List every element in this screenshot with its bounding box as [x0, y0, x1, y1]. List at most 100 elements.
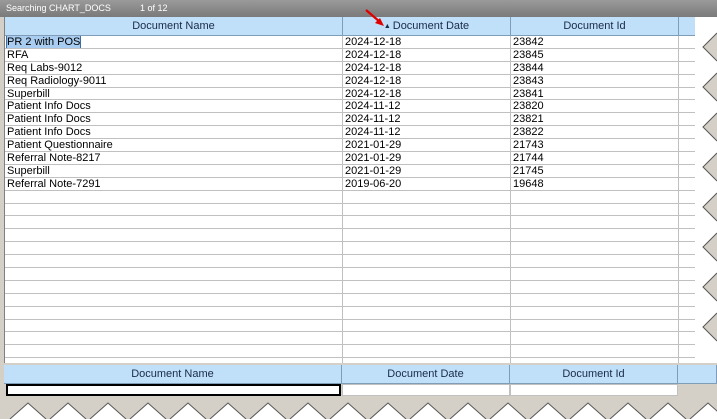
- table-row[interactable]: Req Labs-9012 2024-12-18 23844: [5, 61, 717, 75]
- empty-row[interactable]: [5, 190, 717, 204]
- filter-input-document-name[interactable]: [6, 384, 341, 396]
- cell-id: 21743: [511, 139, 679, 152]
- filter-input-document-id[interactable]: [510, 384, 678, 396]
- column-header-document-name[interactable]: Document Name: [5, 17, 343, 36]
- cell-date: [343, 319, 511, 332]
- cell-name: [5, 203, 343, 216]
- empty-row[interactable]: [5, 358, 717, 363]
- table-row[interactable]: Referral Note-7291 2019-06-20 19648: [5, 177, 717, 191]
- cell-name: Superbill: [5, 164, 343, 177]
- table-row[interactable]: RFA 2024-12-18 23845: [5, 48, 717, 62]
- table-row[interactable]: Referral Note-8217 2021-01-29 21744: [5, 152, 717, 165]
- filter-header-extra: [678, 365, 717, 384]
- table-row[interactable]: PR 2 with POS 2024-12-18 23842: [5, 36, 717, 49]
- torn-edge-right: [695, 17, 717, 363]
- annotation-arrow-icon: [365, 9, 384, 26]
- cell-id: 23842: [511, 36, 679, 48]
- cell-id: [511, 306, 679, 319]
- empty-row[interactable]: [5, 306, 717, 320]
- cell-name: [5, 190, 343, 203]
- cell-name: Req Labs-9012: [5, 61, 343, 74]
- empty-row[interactable]: [5, 293, 717, 307]
- cell-id: 23845: [511, 48, 679, 61]
- cell-date: [343, 268, 511, 280]
- cell-date: [343, 280, 511, 293]
- cell-date: [343, 242, 511, 255]
- search-label: Searching CHART_DOCS: [6, 3, 111, 13]
- cell-id: 21744: [511, 152, 679, 164]
- cell-name: [5, 229, 343, 242]
- filter-header-document-id: Document Id: [510, 365, 678, 384]
- table-row[interactable]: Patient Info Docs 2024-11-12 23820: [5, 100, 717, 114]
- cell-name: Patient Info Docs: [5, 113, 343, 126]
- cell-date: [343, 345, 511, 358]
- empty-row[interactable]: [5, 280, 717, 294]
- table-row[interactable]: Patient Info Docs 2024-11-12 23821: [5, 113, 717, 127]
- cell-name: PR 2 with POS: [5, 36, 343, 48]
- cell-name: [5, 306, 343, 319]
- cell-date: [343, 216, 511, 229]
- cell-id: [511, 268, 679, 280]
- cell-date: [343, 203, 511, 216]
- empty-row[interactable]: [5, 255, 717, 269]
- cell-name: Referral Note-7291: [5, 177, 343, 190]
- cell-name: [5, 332, 343, 345]
- empty-row[interactable]: [5, 203, 717, 217]
- empty-row[interactable]: [5, 242, 717, 256]
- result-count: 1 of 12: [140, 3, 168, 13]
- cell-date: [343, 255, 511, 268]
- cell-id: [511, 229, 679, 242]
- cell-id: [511, 332, 679, 345]
- cell-date: 2024-12-18: [343, 36, 511, 48]
- cell-id: 21745: [511, 164, 679, 177]
- cell-name: RFA: [5, 48, 343, 61]
- cell-id: [511, 203, 679, 216]
- empty-row[interactable]: [5, 268, 717, 281]
- cell-id: 23820: [511, 100, 679, 113]
- cell-id: [511, 255, 679, 268]
- cell-name: [5, 268, 343, 280]
- cell-date: 2024-11-12: [343, 113, 511, 126]
- cell-date: 2021-01-29: [343, 139, 511, 152]
- cell-name: [5, 255, 343, 268]
- cell-name: Superbill: [5, 87, 343, 100]
- table-row[interactable]: Superbill 2024-12-18 23841: [5, 87, 717, 101]
- table-row[interactable]: Superbill 2021-01-29 21745: [5, 164, 717, 178]
- cell-name: [5, 319, 343, 332]
- table-row[interactable]: Patient Questionnaire 2021-01-29 21743: [5, 139, 717, 153]
- cell-id: 23841: [511, 87, 679, 100]
- torn-edge-bottom: [0, 397, 717, 419]
- cell-name: [5, 293, 343, 306]
- empty-row[interactable]: [5, 332, 717, 346]
- cell-date: [343, 190, 511, 203]
- cell-date: 2024-11-12: [343, 126, 511, 139]
- table-body: PR 2 with POS 2024-12-18 23842 RFA 2024-12-1…: [5, 36, 717, 363]
- table-row[interactable]: Patient Info Docs 2024-11-12 23822: [5, 126, 717, 140]
- cell-date: [343, 229, 511, 242]
- cell-date: 2021-01-29: [343, 152, 511, 164]
- cell-date: 2024-11-12: [343, 100, 511, 113]
- cell-name: [5, 216, 343, 229]
- cell-id: 19648: [511, 177, 679, 190]
- cell-date: [343, 332, 511, 345]
- filter-header-document-date: Document Date: [342, 365, 510, 384]
- cell-name: Patient Info Docs: [5, 126, 343, 139]
- cell-name: [5, 280, 343, 293]
- empty-row[interactable]: [5, 216, 717, 230]
- empty-row[interactable]: [5, 345, 717, 359]
- cell-id: [511, 345, 679, 358]
- cell-date: 2021-01-29: [343, 164, 511, 177]
- cell-name: Patient Questionnaire: [5, 139, 343, 152]
- cell-date: [343, 358, 511, 363]
- documents-table: Document Name ▲ Document Date Document Id…: [4, 17, 717, 363]
- empty-row[interactable]: [5, 319, 717, 333]
- column-header-document-id[interactable]: Document Id: [511, 17, 679, 36]
- table-row[interactable]: Req Radiology-9011 2024-12-18 23843: [5, 74, 717, 88]
- cell-name: Req Radiology-9011: [5, 74, 343, 87]
- cell-name: Patient Info Docs: [5, 100, 343, 113]
- cell-id: 23844: [511, 61, 679, 74]
- cell-id: 23821: [511, 113, 679, 126]
- filter-input-document-date[interactable]: [342, 384, 510, 396]
- empty-row[interactable]: [5, 229, 717, 243]
- cell-id: [511, 216, 679, 229]
